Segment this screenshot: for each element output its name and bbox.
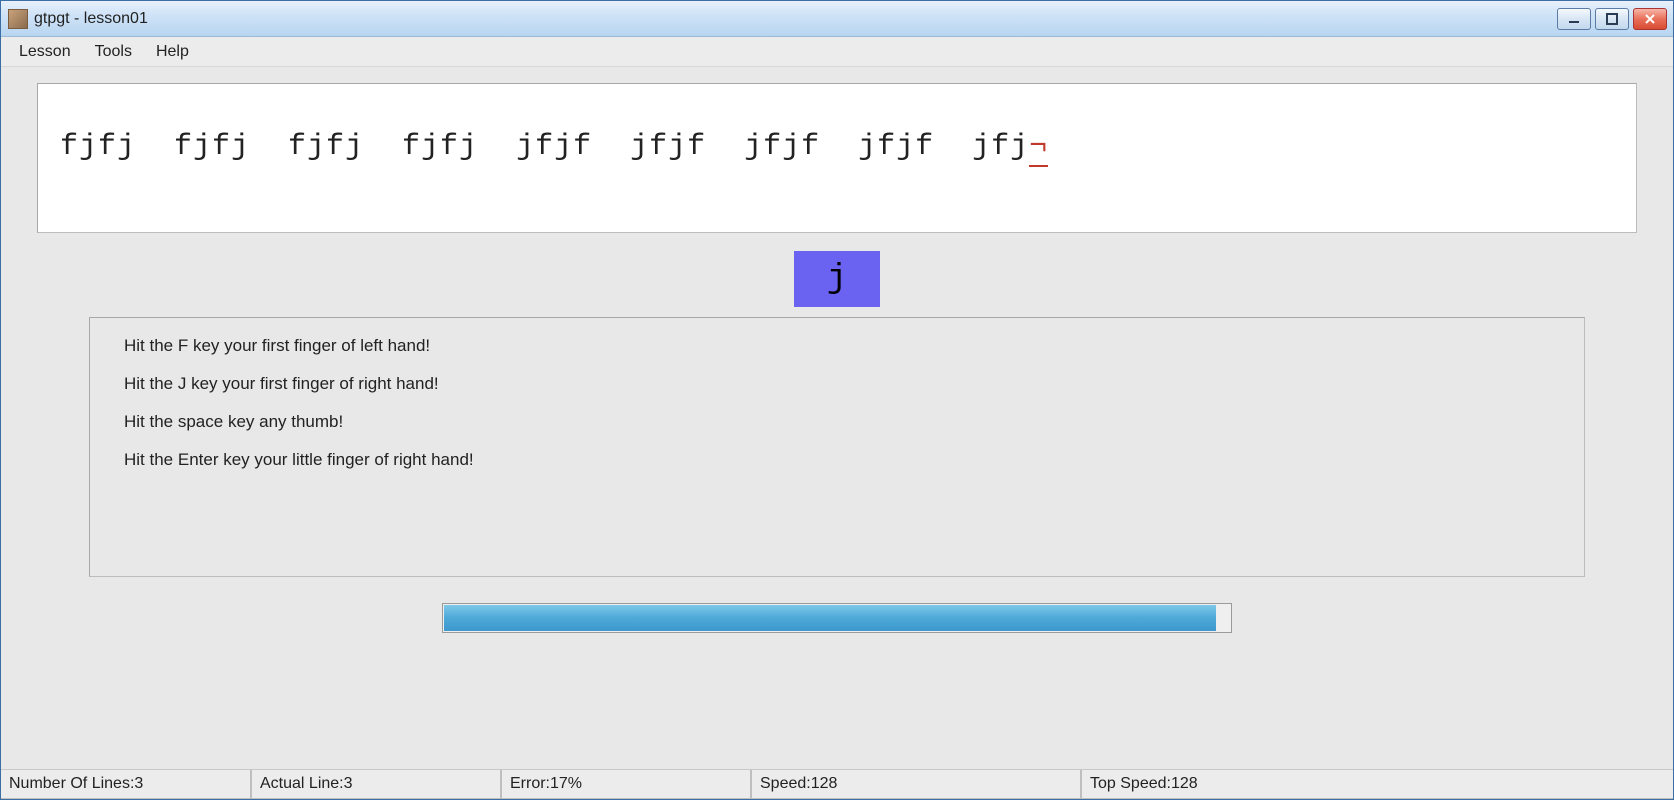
status-speed: Speed: 128 (751, 770, 1081, 799)
menu-lesson[interactable]: Lesson (9, 39, 81, 65)
menu-tools[interactable]: Tools (85, 39, 142, 65)
close-icon (1644, 13, 1656, 25)
minimize-button[interactable] (1557, 8, 1591, 30)
progress-bar (442, 603, 1232, 633)
current-key-indicator: j (794, 251, 880, 307)
app-icon (8, 9, 28, 29)
status-actual-value: 3 (344, 775, 353, 793)
window-controls (1557, 8, 1667, 30)
menubar: Lesson Tools Help (1, 37, 1673, 67)
status-speed-label: Speed: (760, 775, 811, 793)
status-actual-label: Actual Line: (260, 775, 344, 793)
instruction-line-2: Hit the J key your first finger of right… (124, 374, 1550, 394)
client-area: fjfj fjfj fjfj fjfj jfjf jfjf jfjf jfjf … (1, 67, 1673, 769)
instruction-line-3: Hit the space key any thumb! (124, 412, 1550, 432)
instructions-panel: Hit the F key your first finger of left … (89, 317, 1585, 577)
menu-help[interactable]: Help (146, 39, 199, 65)
status-actual-line: Actual Line: 3 (251, 770, 501, 799)
status-topspeed-value: 128 (1171, 775, 1198, 793)
status-error-value: 17% (550, 775, 582, 793)
status-lines: Number Of Lines: 3 (1, 770, 251, 799)
window-title: gtpgt - lesson01 (34, 10, 148, 28)
status-lines-label: Number Of Lines: (9, 775, 134, 793)
lesson-cursor-char: ¬ (1029, 130, 1048, 167)
instruction-line-4: Hit the Enter key your little finger of … (124, 450, 1550, 470)
lesson-text-box[interactable]: fjfj fjfj fjfj fjfj jfjf jfjf jfjf jfjf … (37, 83, 1637, 233)
app-window: gtpgt - lesson01 Lesson Tools Help fjfj … (0, 0, 1674, 800)
status-topspeed-label: Top Speed: (1090, 775, 1171, 793)
close-button[interactable] (1633, 8, 1667, 30)
status-top-speed: Top Speed: 128 (1081, 770, 1673, 799)
current-key-label: j (827, 260, 847, 298)
status-speed-value: 128 (811, 775, 838, 793)
status-lines-value: 3 (134, 775, 143, 793)
maximize-button[interactable] (1595, 8, 1629, 30)
titlebar[interactable]: gtpgt - lesson01 (1, 1, 1673, 37)
status-error-label: Error: (510, 775, 550, 793)
status-error: Error: 17% (501, 770, 751, 799)
status-bar: Number Of Lines: 3 Actual Line: 3 Error:… (1, 769, 1673, 799)
instruction-line-1: Hit the F key your first finger of left … (124, 336, 1550, 356)
progress-fill (444, 605, 1216, 631)
maximize-icon (1606, 13, 1618, 25)
minimize-icon (1568, 13, 1580, 25)
lesson-typed-text: fjfj fjfj fjfj fjfj jfjf jfjf jfjf jfjf … (60, 130, 1029, 164)
